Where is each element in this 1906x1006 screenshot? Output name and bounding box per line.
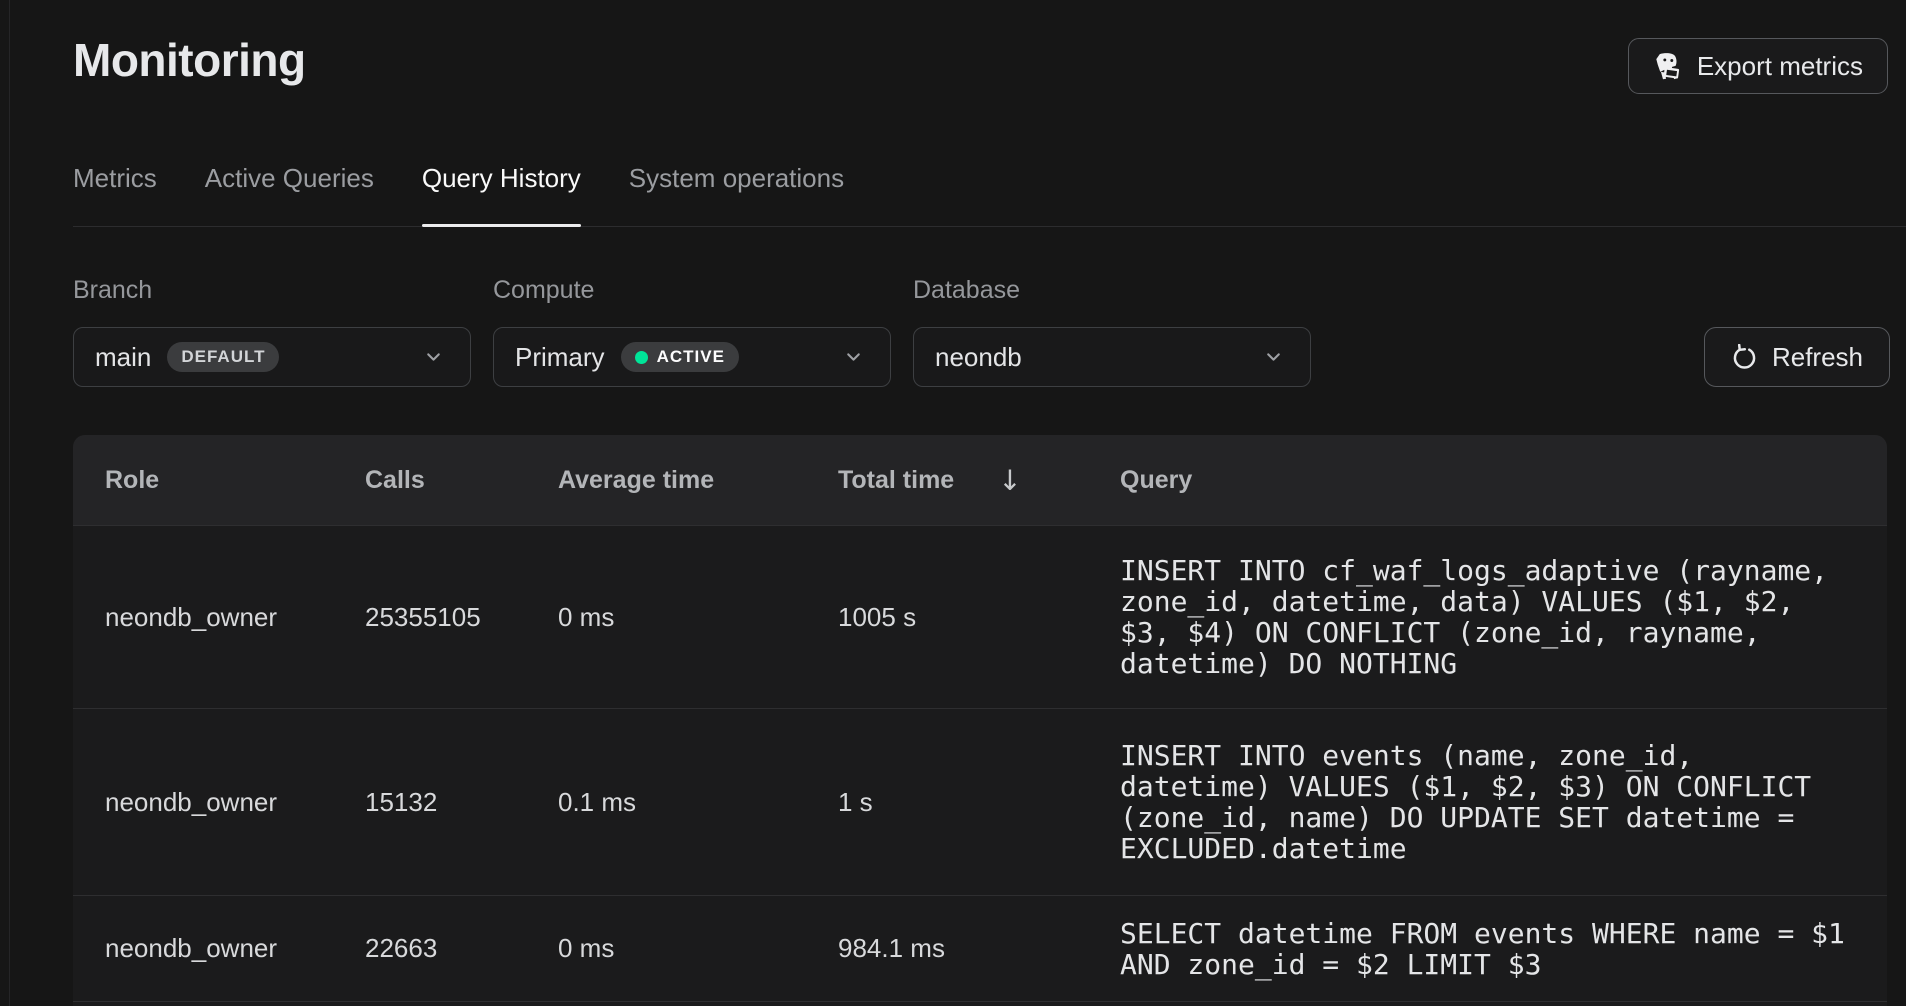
table-row-partial[interactable] [73,1001,1887,1006]
export-metrics-label: Export metrics [1697,51,1863,82]
arrow-down-icon: ↓ [998,464,1021,497]
compute-label: Compute [493,275,891,305]
monitoring-tabs: Metrics Active Queries Query History Sys… [73,162,1906,227]
cell-average-time: 0 ms [558,602,838,633]
cell-role: neondb_owner [73,787,365,818]
cell-total-time: 984.1 ms [838,933,1120,964]
compute-select[interactable]: Primary ACTIVE [493,327,891,387]
cell-query: INSERT INTO cf_waf_logs_adaptive (raynam… [1120,555,1887,679]
tab-query-history[interactable]: Query History [422,162,581,226]
default-badge: DEFAULT [167,342,279,372]
export-metrics-button[interactable]: Export metrics [1628,38,1888,94]
table-row[interactable]: neondb_owner 15132 0.1 ms 1 s INSERT INT… [73,708,1887,895]
datadog-icon [1653,51,1684,82]
cell-role: neondb_owner [73,602,365,633]
cell-role: neondb_owner [73,933,365,964]
table-header: Role Calls Average time Total time ↓ Que… [73,435,1887,525]
column-header-average-time[interactable]: Average time [558,466,838,495]
column-header-total-time[interactable]: Total time ↓ [838,464,1120,497]
cell-query: SELECT datetime FROM events WHERE name =… [1120,918,1887,980]
cell-average-time: 0.1 ms [558,787,838,818]
chevron-down-icon [1263,347,1284,368]
chevron-down-icon [423,347,444,368]
cell-total-time: 1005 s [838,602,1120,633]
table-row[interactable]: neondb_owner 25355105 0 ms 1005 s INSERT… [73,525,1887,708]
cell-calls: 15132 [365,787,558,818]
refresh-button[interactable]: Refresh [1704,327,1890,387]
column-header-role[interactable]: Role [73,466,365,495]
compute-value: Primary [515,342,605,373]
tab-metrics[interactable]: Metrics [73,162,157,226]
branch-value: main [95,342,151,373]
database-label: Database [913,275,1311,305]
page-header: Monitoring Export metr [73,0,1906,94]
chevron-down-icon [843,347,864,368]
monitoring-page: Monitoring Export metr [73,0,1906,1006]
branch-select[interactable]: main DEFAULT [73,327,471,387]
cell-calls: 22663 [365,933,558,964]
query-history-table: Role Calls Average time Total time ↓ Que… [73,435,1887,1006]
filter-compute: Compute Primary ACTIVE [493,275,891,387]
refresh-icon [1731,344,1758,371]
content-left-divider [9,0,10,1006]
filters-bar: Branch main DEFAULT Compute Primary ACTI… [73,275,1906,387]
filter-database: Database neondb [913,275,1311,387]
active-badge: ACTIVE [621,342,739,372]
column-header-query[interactable]: Query [1120,466,1887,495]
cell-calls: 25355105 [365,602,558,633]
tab-system-operations[interactable]: System operations [629,162,844,226]
cell-query: INSERT INTO events (name, zone_id, datet… [1120,740,1887,864]
refresh-label: Refresh [1772,342,1863,373]
tab-active-queries[interactable]: Active Queries [205,162,374,226]
cell-total-time: 1 s [838,787,1120,818]
column-header-calls[interactable]: Calls [365,466,558,495]
branch-label: Branch [73,275,471,305]
status-dot [635,351,648,364]
database-value: neondb [935,342,1022,373]
filter-branch: Branch main DEFAULT [73,275,471,387]
cell-average-time: 0 ms [558,933,838,964]
database-select[interactable]: neondb [913,327,1311,387]
page-title: Monitoring [73,34,306,86]
table-row[interactable]: neondb_owner 22663 0 ms 984.1 ms SELECT … [73,895,1887,1001]
